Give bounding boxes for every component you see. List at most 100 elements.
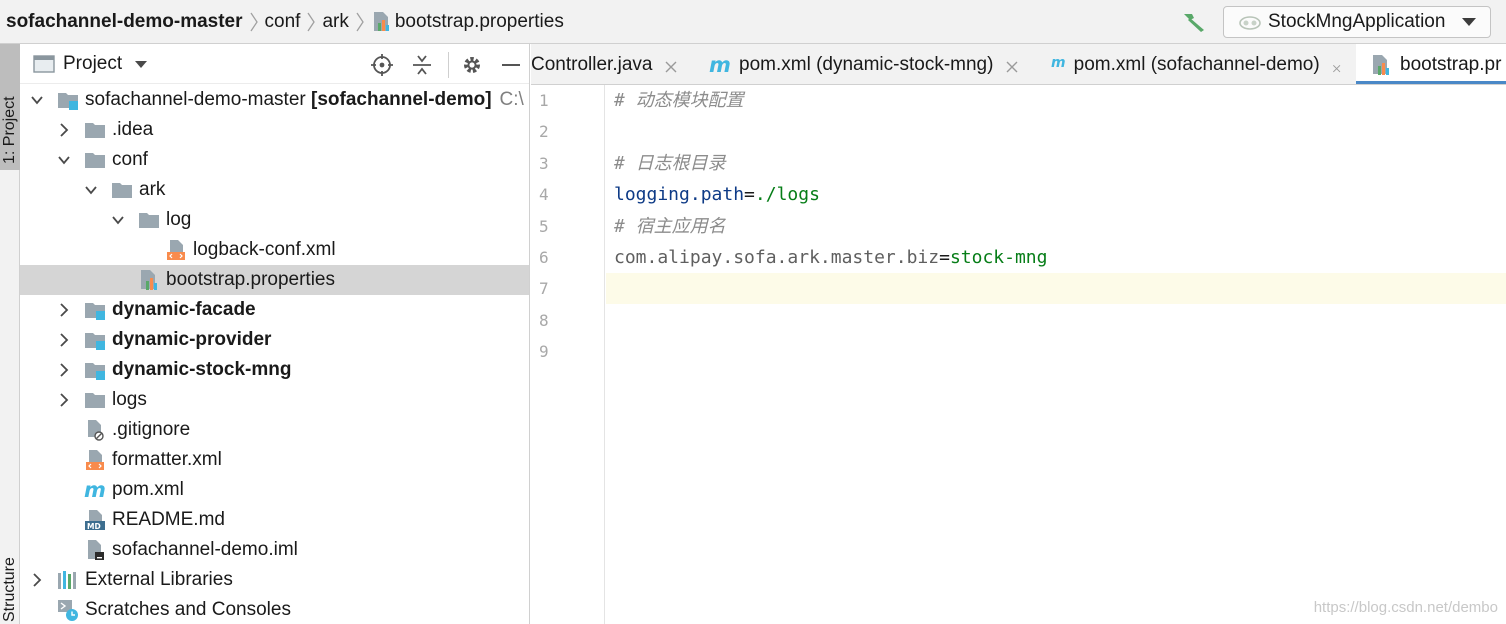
tree-row[interactable]: MD README.md [20,505,529,535]
tree-item-label: README.md [112,509,225,531]
tree-item-label: bootstrap.properties [166,269,335,291]
tree-item-name: formatter.xml [112,449,222,470]
chevron-right-icon[interactable] [57,362,71,378]
chevron-right-icon[interactable] [57,302,71,318]
maven-icon: m [709,53,731,77]
tree-row[interactable]: formatter.xml [20,445,529,475]
project-view-selector[interactable]: Project [63,53,122,75]
module-folder-icon [84,299,106,321]
code-line[interactable] [606,305,1506,336]
chevron-down-icon[interactable] [134,59,148,69]
breadcrumb-item-ark[interactable]: ark [322,11,348,33]
chevron-right-icon [243,0,265,44]
editor-tab-label: pom.xml (sofachannel-demo) [1073,53,1320,75]
tree-row[interactable]: logback-conf.xml [20,235,529,265]
structure-tool-window-button[interactable]: Structure [0,544,20,624]
chevron-right-icon[interactable] [30,572,44,588]
tree-row[interactable]: dynamic-provider [20,325,529,355]
close-icon[interactable] [1332,58,1341,73]
code-line[interactable] [606,336,1506,367]
tree-item-label: log [166,209,191,231]
chevron-down-icon [1462,18,1476,26]
chevron-down-icon[interactable] [57,152,71,168]
close-icon[interactable] [1005,58,1019,72]
line-number: 6 [539,248,549,267]
tree-item-label: .gitignore [112,419,190,441]
breadcrumb-item-project[interactable]: sofachannel-demo-master [6,11,243,33]
tree-row[interactable]: conf [20,145,529,175]
markdown-file-icon: MD [84,509,106,531]
tree-item-name: sofachannel-demo.iml [112,539,298,560]
tree-item-name: logback-conf.xml [193,239,336,260]
tree-item-label: sofachannel-demo-master [sofachannel-dem… [85,89,524,111]
minimize-icon[interactable] [499,53,523,77]
tree-row[interactable]: logs [20,385,529,415]
breadcrumb-file-label: bootstrap.properties [394,11,564,32]
caret-line[interactable] [606,273,1506,305]
code-line[interactable]: logging.path=./logs [606,179,1506,210]
chevron-down-icon[interactable] [30,92,44,108]
tree-row[interactable]: dynamic-stock-mng [20,355,529,385]
editor-tab[interactable]: bootstrap.pr [1356,44,1506,84]
tree-row[interactable]: dynamic-facade [20,295,529,325]
tree-row[interactable]: sofachannel-demo-master [sofachannel-dem… [20,85,529,115]
tree-row[interactable]: Scratches and Consoles [20,595,529,624]
iml-file-icon [84,539,106,561]
svg-text:m: m [1051,55,1066,70]
code-comment: # 动态模块配置 [614,90,744,111]
line-number: 2 [539,122,549,142]
editor-tab[interactable]: m pom.xml (dynamic-stock-mng) [695,44,1021,84]
tree-item-label: .idea [112,119,153,141]
locate-file-icon[interactable] [370,53,394,77]
code-line[interactable]: com.alipay.sofa.ark.master.biz=stock-mng [606,242,1506,273]
folder-icon [84,149,106,171]
chevron-right-icon[interactable] [57,392,71,408]
editor-tab[interactable]: m pom.xml (sofachannel-demo) [1037,44,1341,84]
editor-tab-label: bootstrap.pr [1400,53,1502,75]
property-key: logging.path [614,184,745,206]
code-line[interactable] [606,116,1506,147]
close-icon[interactable] [664,58,678,72]
module-folder-icon [84,359,106,381]
run-configuration-dropdown[interactable]: StockMngApplication [1223,6,1491,38]
svg-text:m: m [709,54,731,76]
code-line[interactable]: # 动态模块配置 [606,85,1506,116]
tree-row[interactable]: External Libraries [20,565,529,595]
chevron-right-icon[interactable] [57,122,71,138]
tree-row[interactable]: m pom.xml [20,475,529,505]
tree-row[interactable]: .gitignore [20,415,529,445]
tree-item-name: dynamic-stock-mng [112,359,292,380]
build-hammer-icon[interactable] [1180,10,1208,34]
folder-icon [84,119,106,141]
tree-item-name: .gitignore [112,419,191,440]
project-tool-window-label: 1: Project [1,96,18,164]
tree-row[interactable]: sofachannel-demo.iml [20,535,529,565]
xml-file-icon [165,239,187,261]
tree-row[interactable]: .idea [20,115,529,145]
project-tree: sofachannel-demo-master [sofachannel-dem… [20,85,529,624]
editor-tab[interactable]: Controller.java [531,44,681,84]
breadcrumb-item-file[interactable]: bootstrap.properties [371,11,564,33]
tree-item-label: dynamic-stock-mng [112,359,291,381]
code-editor[interactable]: # 动态模块配置 # 日志根目录 logging.path=./logs # 宿主应用… [606,85,1506,624]
chevron-right-icon[interactable] [57,332,71,348]
navigation-bar: sofachannel-demo-master conf ark bootstr… [0,0,1506,44]
tree-row[interactable]: log [20,205,529,235]
project-tool-window-button[interactable]: 1: Project [0,44,20,170]
tree-row[interactable]: ark [20,175,529,205]
editor-area: Controller.java m pom.xml (dynamic-stock-m… [531,44,1506,624]
collapse-all-icon[interactable] [410,53,434,77]
tree-item-name: dynamic-facade [112,299,256,320]
tree-item-label: ark [139,179,165,201]
folder-icon [111,179,133,201]
tree-row[interactable]: bootstrap.properties [20,265,529,295]
gear-icon[interactable] [460,53,484,77]
scratches-icon [57,599,79,621]
tree-item-name: README.md [112,509,225,530]
breadcrumb-item-conf[interactable]: conf [265,11,301,33]
chevron-down-icon[interactable] [111,212,125,228]
tree-item-label: logback-conf.xml [193,239,336,261]
code-line[interactable]: # 宿主应用名 [606,211,1506,242]
chevron-down-icon[interactable] [84,182,98,198]
code-line[interactable]: # 日志根目录 [606,148,1506,179]
